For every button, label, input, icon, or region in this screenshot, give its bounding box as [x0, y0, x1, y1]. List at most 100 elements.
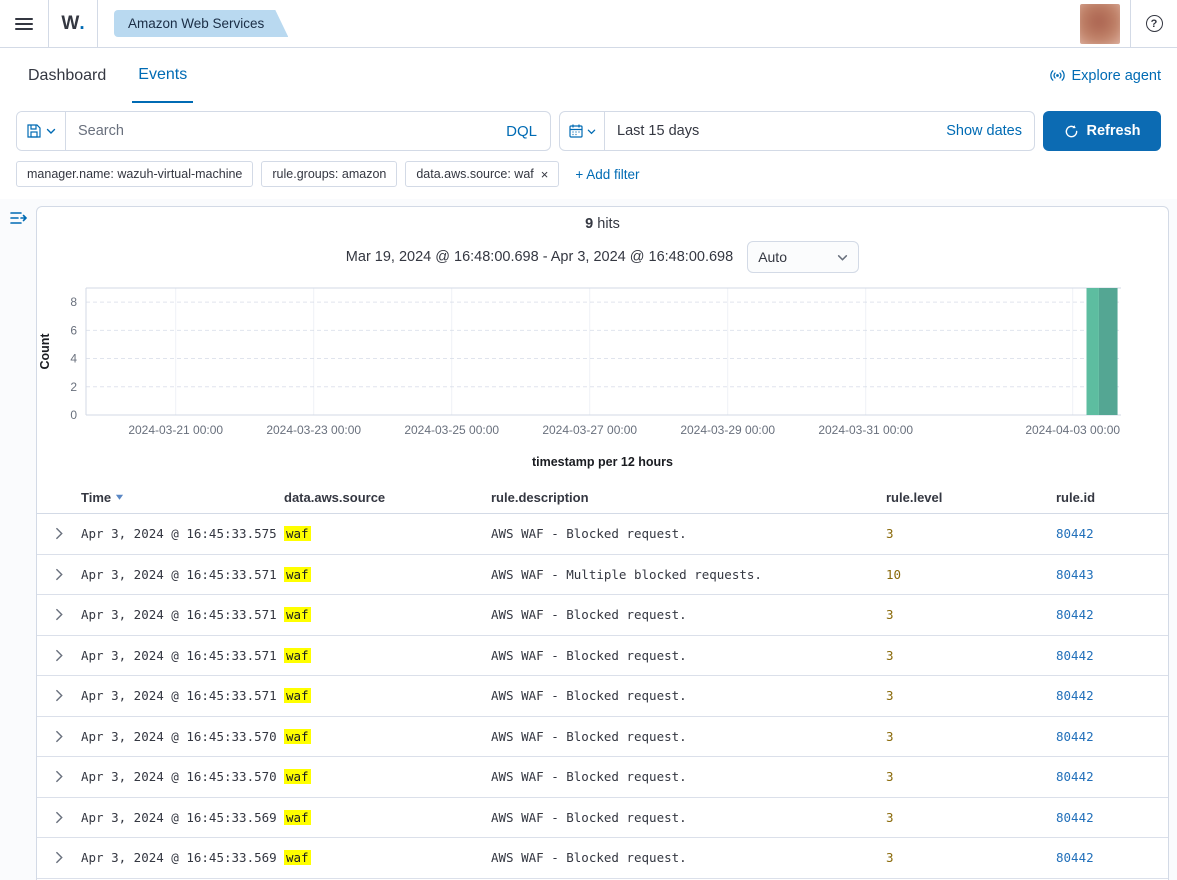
cell-source: waf: [284, 567, 491, 582]
table-row: Apr 3, 2024 @ 16:45:33.571wafAWS WAF - M…: [37, 555, 1168, 596]
menu-button[interactable]: [0, 0, 48, 47]
tab-events[interactable]: Events: [132, 48, 193, 103]
expand-row-button[interactable]: [37, 689, 81, 702]
cell-source: waf: [284, 769, 491, 784]
divider: [97, 0, 98, 47]
cell-source: waf: [284, 850, 491, 865]
sort-desc-icon: [115, 493, 124, 501]
cell-rule-id-link[interactable]: 80442: [1056, 648, 1168, 663]
svg-text:2024-03-23 00:00: 2024-03-23 00:00: [266, 423, 361, 437]
svg-text:2: 2: [70, 380, 77, 394]
cell-level: 3: [886, 526, 1056, 541]
hits-number: 9: [585, 216, 593, 232]
avatar-image: [1080, 4, 1120, 44]
svg-text:2024-03-27 00:00: 2024-03-27 00:00: [542, 423, 637, 437]
tab-dashboard[interactable]: Dashboard: [22, 48, 112, 103]
cell-rule-id-link[interactable]: 80442: [1056, 810, 1168, 825]
time-range-row: Mar 19, 2024 @ 16:48:00.698 - Apr 3, 202…: [37, 241, 1168, 273]
table-row: Apr 3, 2024 @ 16:45:33.570wafAWS WAF - B…: [37, 717, 1168, 758]
table-row: Apr 3, 2024 @ 16:45:33.569wafAWS WAF - B…: [37, 838, 1168, 879]
results-panel: 9 hits Mar 19, 2024 @ 16:48:00.698 - Apr…: [36, 206, 1169, 880]
svg-text:Count: Count: [38, 333, 52, 370]
dql-toggle[interactable]: DQL: [493, 123, 550, 140]
filter-pill-label: manager.name: wazuh-virtual-machine: [27, 167, 242, 181]
svg-text:2024-03-25 00:00: 2024-03-25 00:00: [404, 423, 499, 437]
cell-rule-id-link[interactable]: 80443: [1056, 567, 1168, 582]
wazuh-logo[interactable]: W.: [49, 0, 97, 47]
chevron-right-icon: [54, 568, 64, 581]
expand-row-button[interactable]: [37, 608, 81, 621]
date-range-label[interactable]: Last 15 days: [605, 123, 699, 139]
tab-bar: Dashboard Events Explore agent: [0, 48, 1177, 103]
chevron-right-icon: [54, 608, 64, 621]
saved-queries-button[interactable]: [17, 112, 66, 150]
expand-row-button[interactable]: [37, 649, 81, 662]
table-row: Apr 3, 2024 @ 16:45:33.571wafAWS WAF - B…: [37, 676, 1168, 717]
interval-select[interactable]: Auto: [747, 241, 859, 273]
column-time[interactable]: Time: [81, 490, 284, 505]
explore-agent-link[interactable]: Explore agent: [1049, 48, 1161, 103]
user-avatar[interactable]: [1080, 4, 1120, 44]
date-quick-select-button[interactable]: [560, 112, 605, 150]
histogram-chart[interactable]: 2024-03-21 00:00 2024-03-23 00:00 2024-03-…: [37, 275, 1168, 453]
events-table: Time data.aws.source rule.description ru…: [37, 481, 1168, 879]
chevron-right-icon: [54, 730, 64, 743]
filter-pill[interactable]: manager.name: wazuh-virtual-machine: [16, 161, 253, 187]
cell-description: AWS WAF - Blocked request.: [491, 607, 886, 622]
filter-pill[interactable]: rule.groups: amazon: [261, 161, 397, 187]
refresh-button[interactable]: Refresh: [1043, 111, 1161, 151]
chevron-down-icon: [46, 126, 56, 136]
column-level[interactable]: rule.level: [886, 490, 1056, 505]
expand-row-button[interactable]: [37, 811, 81, 824]
svg-text:2024-03-21 00:00: 2024-03-21 00:00: [128, 423, 223, 437]
cell-rule-id-link[interactable]: 80442: [1056, 526, 1168, 541]
chevron-right-icon: [54, 811, 64, 824]
column-description[interactable]: rule.description: [491, 490, 886, 505]
cell-rule-id-link[interactable]: 80442: [1056, 729, 1168, 744]
open-field-list-button[interactable]: [9, 210, 28, 231]
chevron-down-icon: [587, 127, 596, 136]
show-dates-link[interactable]: Show dates: [946, 123, 1034, 139]
expand-row-button[interactable]: [37, 770, 81, 783]
cell-time: Apr 3, 2024 @ 16:45:33.569: [81, 850, 284, 865]
cell-description: AWS WAF - Blocked request.: [491, 688, 886, 703]
query-bar: DQL Last 15 days Show dates Refresh: [0, 103, 1177, 151]
search-input[interactable]: [66, 123, 493, 139]
cell-rule-id-link[interactable]: 80442: [1056, 688, 1168, 703]
expand-row-button[interactable]: [37, 730, 81, 743]
cell-rule-id-link[interactable]: 80442: [1056, 607, 1168, 622]
expand-row-button[interactable]: [37, 851, 81, 864]
calendar-icon: [568, 123, 584, 139]
cell-level: 3: [886, 769, 1056, 784]
table-row: Apr 3, 2024 @ 16:45:33.575wafAWS WAF - B…: [37, 514, 1168, 555]
remove-filter-icon[interactable]: ×: [541, 168, 549, 181]
cell-source: waf: [284, 729, 491, 744]
module-breadcrumb-badge[interactable]: Amazon Web Services: [114, 10, 288, 37]
filter-pill[interactable]: data.aws.source: waf×: [405, 161, 559, 187]
cell-time: Apr 3, 2024 @ 16:45:33.571: [81, 607, 284, 622]
cell-time: Apr 3, 2024 @ 16:45:33.570: [81, 729, 284, 744]
add-filter-link[interactable]: + Add filter: [575, 167, 639, 182]
table-row: Apr 3, 2024 @ 16:45:33.571wafAWS WAF - B…: [37, 636, 1168, 677]
expand-row-button[interactable]: [37, 527, 81, 540]
events-content: 9 hits Mar 19, 2024 @ 16:48:00.698 - Apr…: [0, 199, 1177, 880]
column-id[interactable]: rule.id: [1056, 490, 1168, 505]
svg-text:8: 8: [70, 295, 77, 309]
cell-source: waf: [284, 526, 491, 541]
search-box: DQL: [16, 111, 551, 151]
svg-text:4: 4: [70, 352, 77, 366]
expand-row-button[interactable]: [37, 568, 81, 581]
cell-level: 3: [886, 850, 1056, 865]
table-row: Apr 3, 2024 @ 16:45:33.570wafAWS WAF - B…: [37, 757, 1168, 798]
chevron-right-icon: [54, 527, 64, 540]
cell-rule-id-link[interactable]: 80442: [1056, 850, 1168, 865]
cell-source: waf: [284, 607, 491, 622]
date-picker: Last 15 days Show dates: [559, 111, 1035, 151]
cell-time: Apr 3, 2024 @ 16:45:33.571: [81, 688, 284, 703]
cell-rule-id-link[interactable]: 80442: [1056, 769, 1168, 784]
save-icon: [26, 123, 42, 139]
help-button[interactable]: ?: [1131, 0, 1177, 47]
logo-dot: .: [79, 13, 84, 35]
column-source[interactable]: data.aws.source: [284, 490, 491, 505]
chevron-right-icon: [54, 770, 64, 783]
